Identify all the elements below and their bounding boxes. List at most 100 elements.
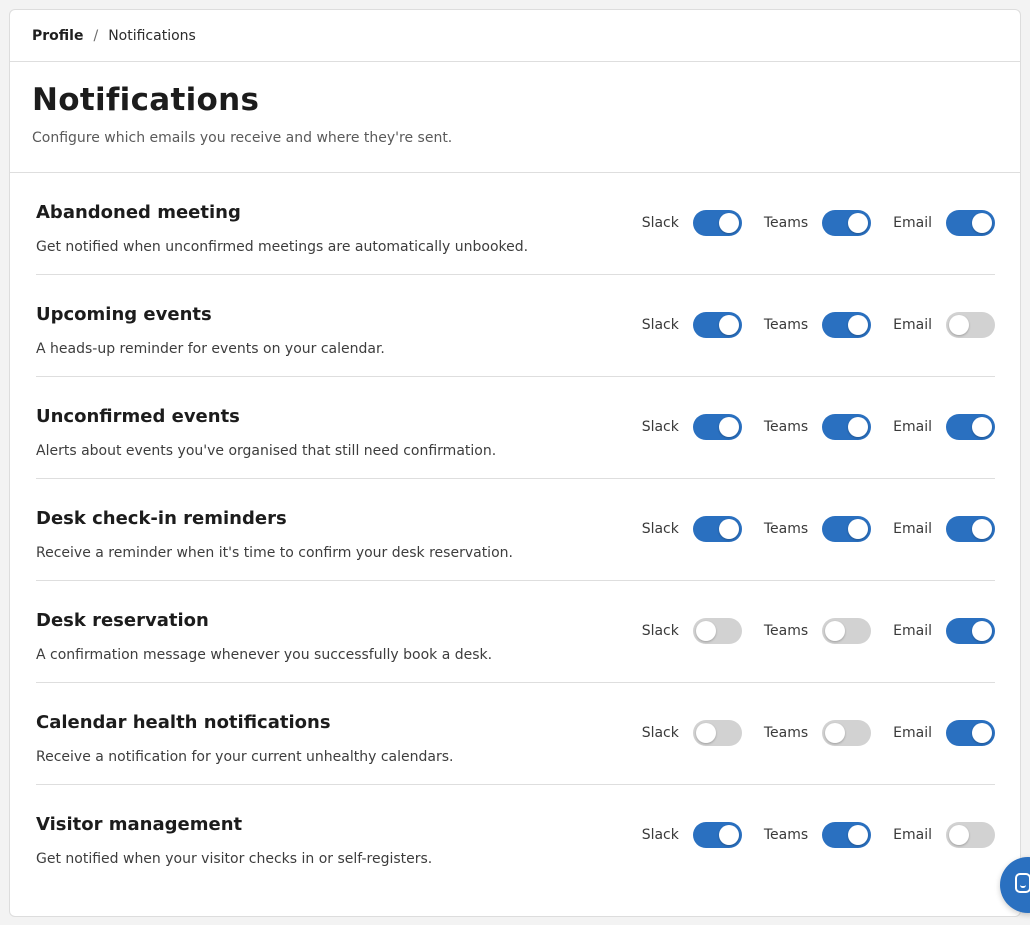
breadcrumb-current: Notifications (108, 27, 196, 44)
toggle-knob (695, 723, 716, 743)
notification-title: Visitor management (36, 814, 243, 835)
channel-slack: Slack (642, 822, 742, 848)
channel-email: Email (893, 618, 995, 644)
notification-description: Get notified when your visitor checks in… (36, 851, 433, 867)
toggle-knob (949, 315, 969, 335)
teams-label: Teams (763, 623, 809, 639)
page-title: Notifications (32, 82, 260, 118)
toggle-knob (718, 519, 739, 539)
page-header: Notifications Configure which emails you… (10, 62, 1020, 173)
slack-toggle[interactable] (692, 516, 742, 542)
channel-teams: Teams (763, 516, 872, 542)
email-label: Email (893, 317, 932, 333)
toggle-knob (972, 417, 992, 437)
breadcrumb: Profile / Notifications (10, 10, 1020, 62)
email-toggle[interactable] (946, 414, 995, 440)
notification-title: Desk reservation (36, 610, 209, 631)
email-toggle[interactable] (946, 516, 995, 542)
teams-label: Teams (763, 317, 809, 333)
channel-toggles: Slack Teams Email (620, 720, 995, 746)
toggle-knob (848, 417, 869, 437)
notification-description: Receive a reminder when it's time to con… (36, 545, 513, 561)
notification-row-visitor-management: Visitor management Get notified when you… (36, 785, 995, 887)
channel-teams: Teams (764, 720, 872, 746)
slack-toggle[interactable] (692, 210, 742, 236)
toggle-knob (718, 417, 739, 437)
notification-title: Abandoned meeting (36, 202, 241, 223)
channel-slack: Slack (642, 618, 742, 644)
channel-email: Email (893, 822, 995, 848)
slack-label: Slack (641, 419, 679, 435)
channel-slack: Slack (642, 210, 742, 236)
slack-label: Slack (641, 215, 679, 231)
email-toggle[interactable] (946, 720, 995, 746)
slack-label: Slack (641, 725, 679, 741)
slack-toggle[interactable] (692, 822, 742, 848)
notification-row-abandoned-meeting: Abandoned meeting Get notified when unco… (36, 173, 995, 275)
notification-row-desk-check-in-reminders: Desk check-in reminders Receive a remind… (36, 479, 995, 581)
notification-row-upcoming-events: Upcoming events A heads-up reminder for … (36, 275, 995, 377)
teams-toggle[interactable] (822, 822, 872, 848)
toggle-knob (848, 825, 869, 845)
teams-label: Teams (763, 419, 809, 435)
email-label: Email (893, 725, 932, 741)
toggle-knob (848, 213, 869, 233)
teams-toggle[interactable] (822, 312, 872, 338)
notification-row-unconfirmed-events: Unconfirmed events Alerts about events y… (36, 377, 995, 479)
notification-row-desk-reservation: Desk reservation A confirmation message … (36, 581, 995, 683)
toggle-knob (718, 315, 739, 335)
email-toggle[interactable] (946, 618, 995, 644)
chat-icon (1015, 873, 1030, 893)
slack-toggle[interactable] (692, 720, 742, 746)
notification-list: Abandoned meeting Get notified when unco… (10, 173, 1020, 887)
slack-toggle[interactable] (692, 618, 742, 644)
breadcrumb-profile-link[interactable]: Profile (32, 28, 83, 44)
toggle-knob (825, 723, 846, 743)
teams-label: Teams (763, 215, 809, 231)
channel-email: Email (893, 516, 995, 542)
channel-teams: Teams (763, 618, 872, 644)
toggle-knob (848, 519, 869, 539)
notification-title: Upcoming events (36, 304, 212, 325)
teams-toggle[interactable] (822, 414, 872, 440)
email-label: Email (893, 623, 932, 639)
channel-slack: Slack (642, 414, 742, 440)
teams-toggle[interactable] (822, 720, 872, 746)
notification-title: Calendar health notifications (36, 712, 331, 733)
toggle-knob (825, 621, 846, 641)
email-toggle[interactable] (946, 312, 995, 338)
teams-toggle[interactable] (822, 618, 872, 644)
email-toggle[interactable] (946, 210, 995, 236)
channel-toggles: Slack Teams Email (620, 414, 995, 440)
channel-slack: Slack (642, 312, 742, 338)
notification-title: Desk check-in reminders (36, 508, 287, 529)
teams-label: Teams (763, 521, 809, 537)
notification-description: A confirmation message whenever you succ… (36, 647, 493, 663)
page-subtitle: Configure which emails you receive and w… (32, 130, 453, 146)
teams-toggle[interactable] (822, 210, 872, 236)
channel-toggles: Slack Teams Email (620, 618, 995, 644)
toggle-knob (718, 825, 739, 845)
teams-toggle[interactable] (822, 516, 872, 542)
toggle-knob (972, 519, 992, 539)
teams-label: Teams (763, 827, 809, 843)
email-label: Email (893, 827, 932, 843)
channel-teams: Teams (763, 822, 872, 848)
channel-teams: Teams (763, 312, 872, 338)
toggle-knob (718, 213, 739, 233)
slack-toggle[interactable] (692, 414, 742, 440)
channel-toggles: Slack Teams Email (620, 516, 995, 542)
slack-toggle[interactable] (692, 312, 742, 338)
channel-email: Email (893, 720, 995, 746)
channel-toggles: Slack Teams Email (620, 210, 995, 236)
notification-title: Unconfirmed events (36, 406, 240, 427)
email-toggle[interactable] (946, 822, 995, 848)
channel-email: Email (893, 312, 995, 338)
toggle-knob (949, 825, 969, 845)
channel-toggles: Slack Teams Email (620, 312, 995, 338)
toggle-knob (848, 315, 869, 335)
channel-toggles: Slack Teams Email (620, 822, 995, 848)
notification-description: Get notified when unconfirmed meetings a… (36, 239, 529, 255)
toggle-knob (972, 723, 992, 743)
email-label: Email (893, 419, 932, 435)
